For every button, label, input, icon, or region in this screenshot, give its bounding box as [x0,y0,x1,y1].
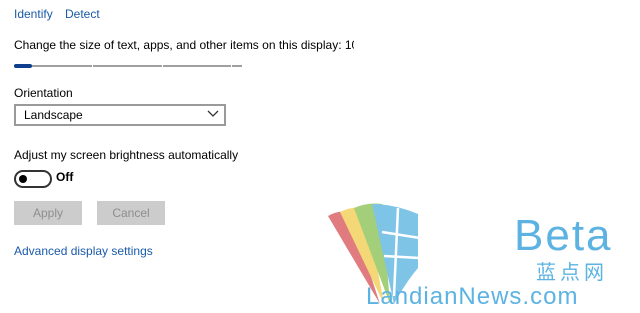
detect-link[interactable]: Detect [65,7,100,21]
slider-tick [162,63,163,69]
slider-thumb[interactable] [14,64,32,68]
identify-link[interactable]: Identify [14,7,53,21]
orientation-label: Orientation [14,86,73,100]
slider-tick [231,63,232,69]
slider-tick [92,63,93,69]
orientation-dropdown[interactable]: Landscape [14,104,226,126]
scale-slider[interactable] [14,59,242,73]
watermark-site-text: LandianNews.com [366,283,579,310]
brightness-label: Adjust my screen brightness automaticall… [14,148,239,162]
orientation-value: Landscape [24,108,83,122]
toggle-state-label: Off [56,170,74,184]
apply-button[interactable]: Apply [14,201,82,225]
slider-track [14,65,242,67]
watermark-chinese-text: 蓝点网 [536,262,608,284]
advanced-display-settings-link[interactable]: Advanced display settings [14,244,153,258]
cancel-button[interactable]: Cancel [97,201,165,225]
brightness-toggle[interactable] [14,170,52,188]
watermark-beta-text: Beta [514,211,613,260]
scale-label: Change the size of text, apps, and other… [14,38,354,52]
toggle-knob [19,175,27,183]
chevron-down-icon [207,110,219,117]
